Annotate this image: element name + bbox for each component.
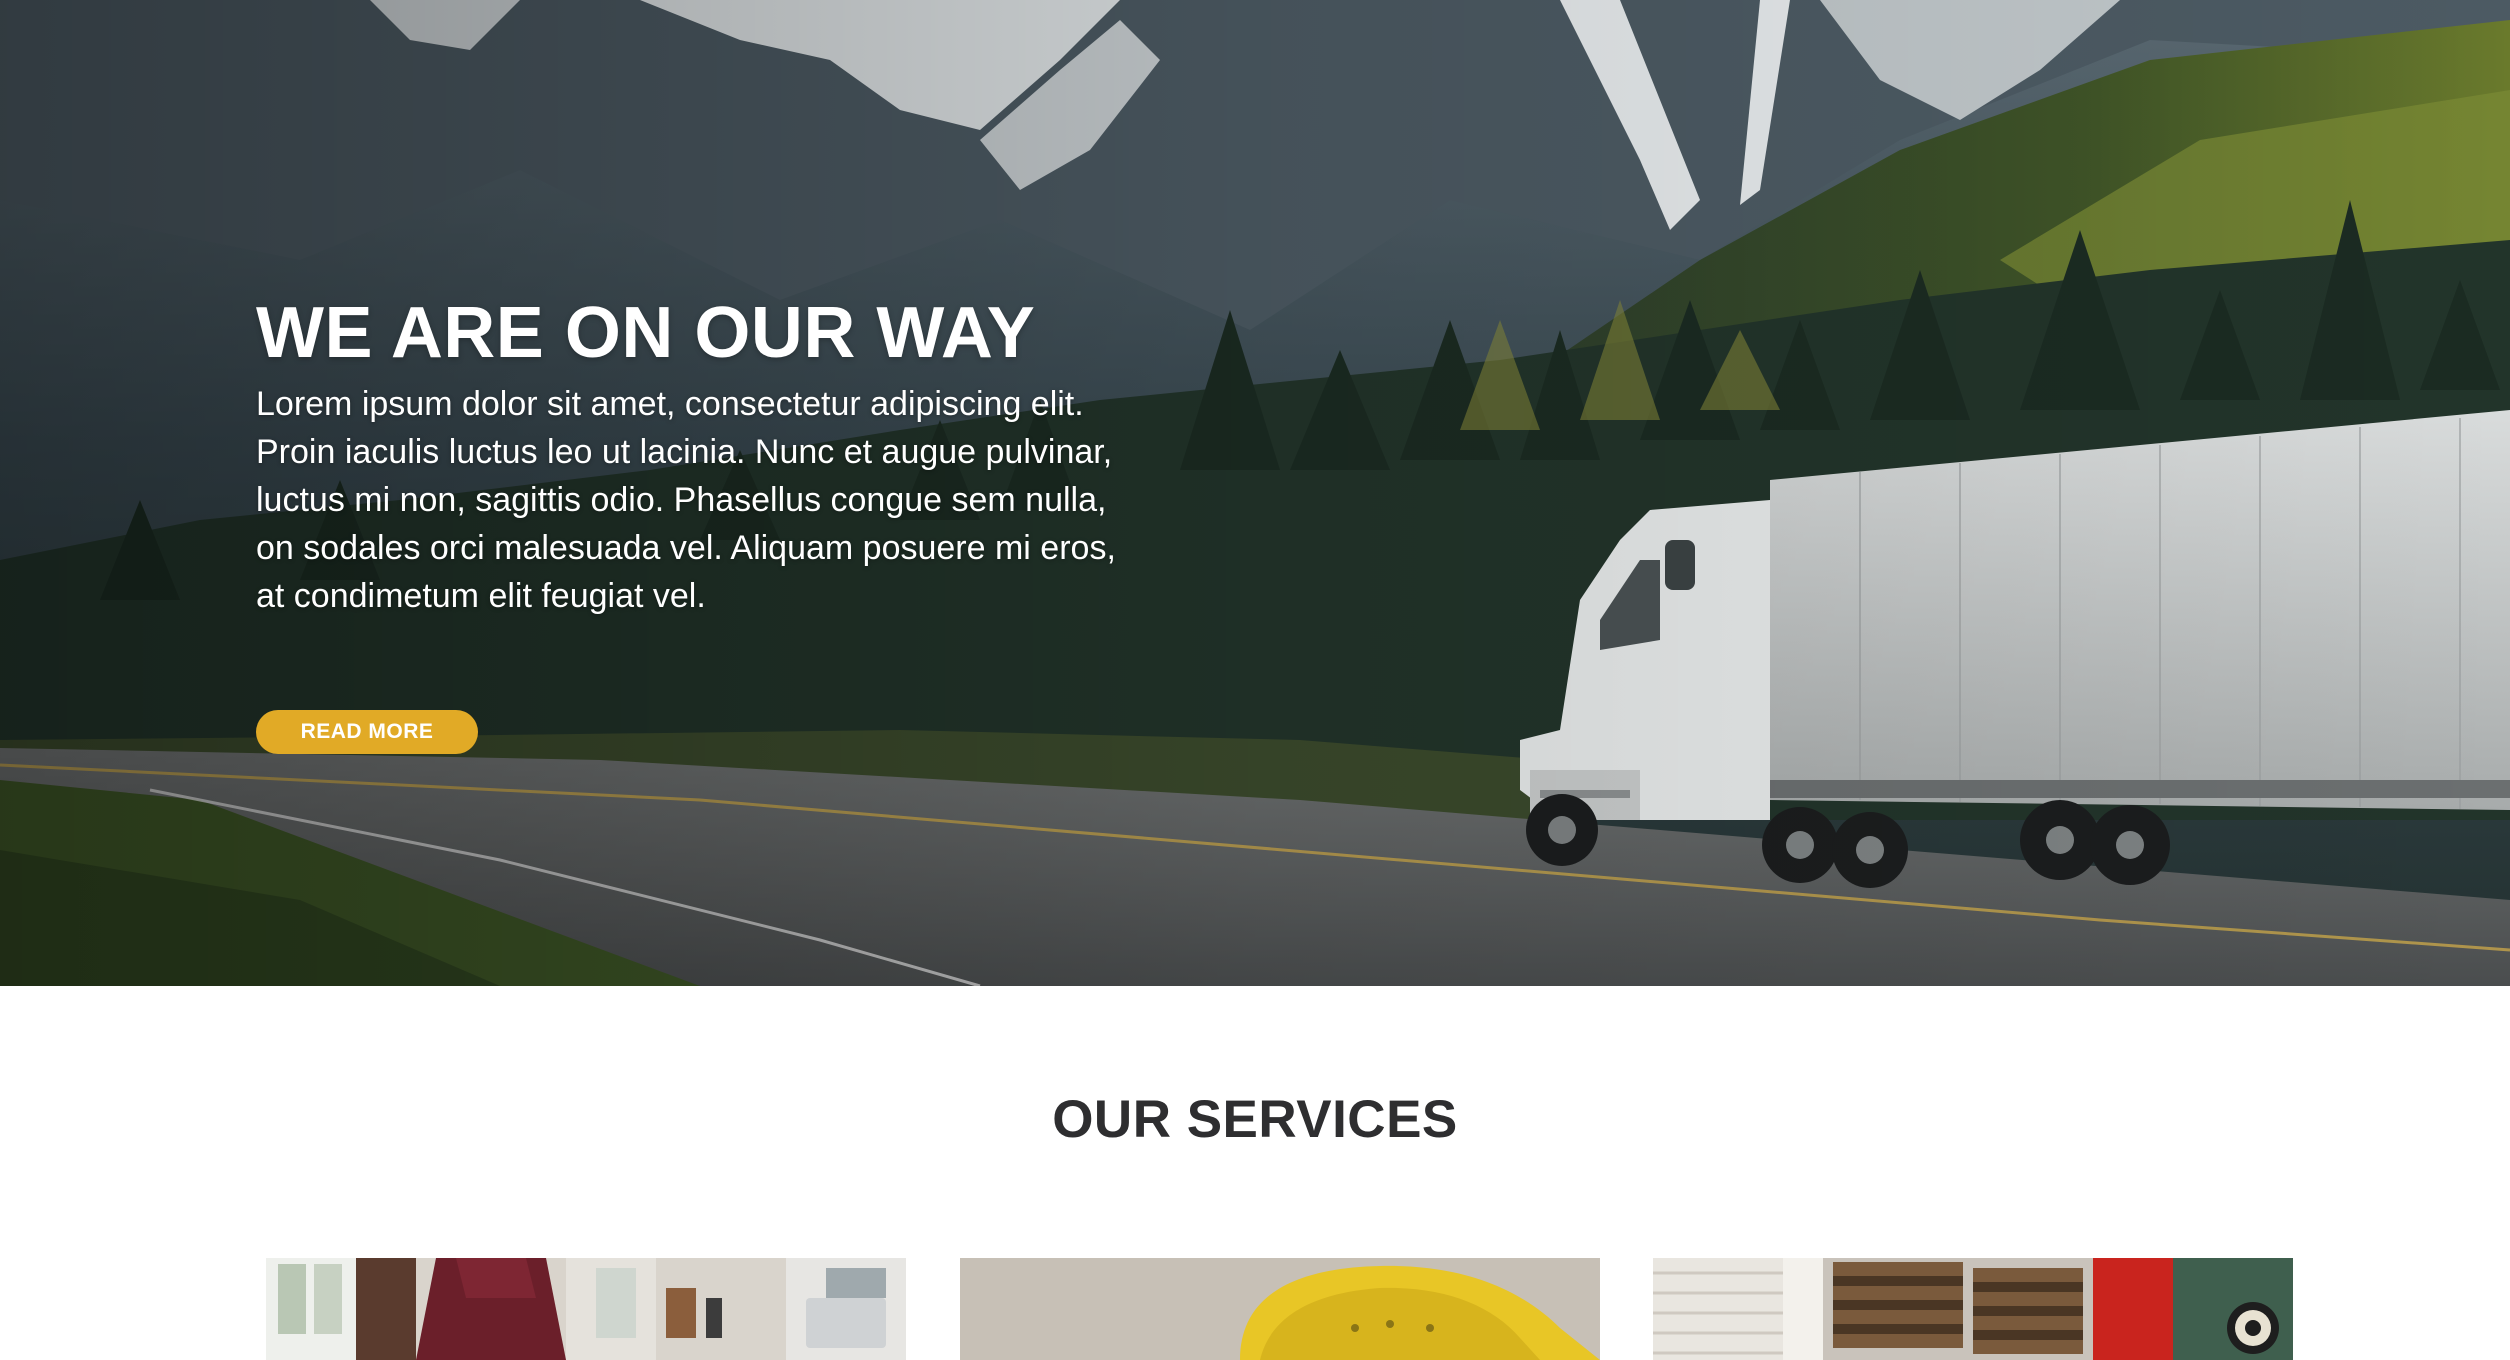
hero-description: Lorem ipsum dolor sit amet, consectetur …: [256, 385, 1116, 615]
office-workspace-image: [266, 1258, 906, 1360]
service-card-warehouse[interactable]: [1653, 1258, 2293, 1360]
read-more-button[interactable]: READ MORE: [256, 710, 478, 754]
stacked-pallets-image: [1653, 1258, 2293, 1360]
service-card-office[interactable]: [266, 1258, 906, 1360]
hero-title: WE ARE ON OUR WAY: [256, 293, 1036, 373]
yellow-chair-image: [960, 1258, 1600, 1360]
hero-section: WE ARE ON OUR WAY Lorem ipsum dolor sit …: [0, 0, 2510, 986]
hero-content: WE ARE ON OUR WAY Lorem ipsum dolor sit …: [256, 290, 1116, 754]
service-card-furniture[interactable]: [960, 1258, 1600, 1360]
services-title: OUR SERVICES: [1052, 1090, 1458, 1149]
